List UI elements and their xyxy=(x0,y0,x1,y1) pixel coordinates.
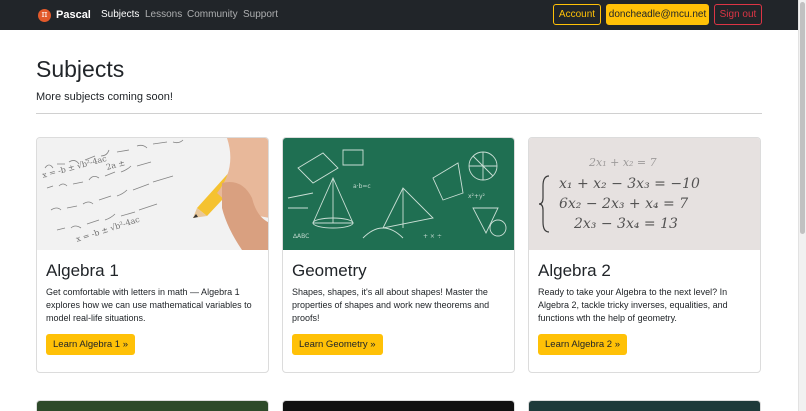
page-subtitle: More subjects coming soon! xyxy=(36,91,173,103)
svg-text:x²+y²: x²+y² xyxy=(468,193,486,200)
svg-text:∆ABC: ∆ABC xyxy=(292,233,309,240)
nav-lessons[interactable]: Lessons xyxy=(145,9,182,20)
svg-text:a·b=c: a·b=c xyxy=(353,183,371,190)
account-button[interactable]: Account xyxy=(553,4,601,25)
geometry-image: a·b=c + × ÷ x²+y² ∆ABC xyxy=(283,138,514,250)
svg-text:+ × ÷: + × ÷ xyxy=(423,233,442,240)
page-scrollbar[interactable] xyxy=(798,0,806,411)
learn-algebra-1-button[interactable]: Learn Algebra 1 » xyxy=(46,334,136,355)
subject-card-algebra-2: 2x₁ + x₂ = 7 x₁ + x₂ − 3x₃ = −10 6x₂ − 2… xyxy=(528,137,761,373)
svg-text:x₁ + x₂ − 3x₃ = −10: x₁ + x₂ − 3x₃ = −10 xyxy=(559,176,700,192)
scrollbar-thumb[interactable] xyxy=(800,2,805,234)
learn-algebra-2-button[interactable]: Learn Algebra 2 » xyxy=(538,334,628,355)
nav-support[interactable]: Support xyxy=(243,9,278,20)
svg-text:2x₁ + x₂ = 7: 2x₁ + x₂ = 7 xyxy=(588,156,657,169)
algebra-1-image: x = -b ± √b²-4ac x = -b ± √b²-4ac 2a ± xyxy=(37,138,268,250)
subject-card-row2-1 xyxy=(36,400,269,411)
brand-name: Pascal xyxy=(56,9,91,21)
sign-out-button[interactable]: Sign out xyxy=(714,4,762,25)
card-title: Algebra 2 xyxy=(538,261,611,280)
card-description: Get comfortable with letters in math — A… xyxy=(46,287,252,323)
learn-geometry-button[interactable]: Learn Geometry » xyxy=(292,334,383,355)
card-description: Ready to take your Algebra to the next l… xyxy=(538,287,728,323)
subject-card-row2-3 xyxy=(528,400,761,411)
header-divider xyxy=(36,113,762,114)
card-description: Shapes, shapes, it's all about shapes! M… xyxy=(292,287,490,323)
svg-text:2x₃ − 3x₄ = 13: 2x₃ − 3x₄ = 13 xyxy=(573,216,678,232)
pi-logo-icon: π xyxy=(38,8,51,22)
nav-subjects[interactable]: Subjects xyxy=(101,9,139,20)
user-email-button[interactable]: doncheadle@mcu.net xyxy=(606,4,709,25)
svg-text:6x₂ − 2x₃ + x₄ = 7: 6x₂ − 2x₃ + x₄ = 7 xyxy=(559,196,688,212)
top-navbar: π Pascal Subjects Lessons Community Supp… xyxy=(0,0,798,30)
card-title: Algebra 1 xyxy=(46,261,119,280)
brand-link[interactable]: π Pascal xyxy=(38,7,91,23)
subject-card-algebra-1: x = -b ± √b²-4ac x = -b ± √b²-4ac 2a ± A… xyxy=(36,137,269,373)
page-title: Subjects xyxy=(36,56,125,82)
subject-card-geometry: a·b=c + × ÷ x²+y² ∆ABC Geometry Shapes, … xyxy=(282,137,515,373)
algebra-2-image: 2x₁ + x₂ = 7 x₁ + x₂ − 3x₃ = −10 6x₂ − 2… xyxy=(529,138,760,250)
nav-community[interactable]: Community xyxy=(187,9,238,20)
card-title: Geometry xyxy=(292,261,367,280)
subject-card-row2-2 xyxy=(282,400,515,411)
